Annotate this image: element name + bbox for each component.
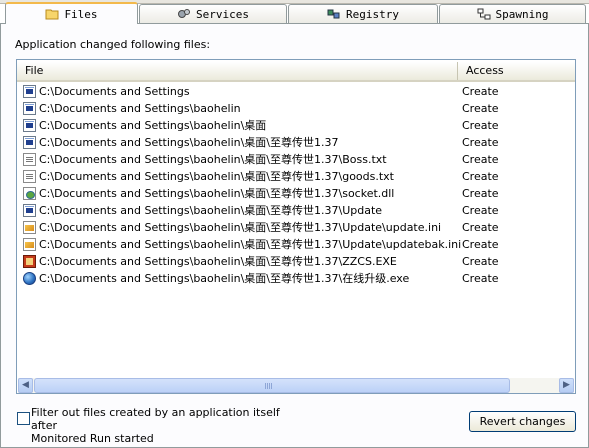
chevron-right-icon: ▶: [563, 380, 570, 390]
tab-registry-label: Registry: [346, 7, 399, 21]
file-path: C:\Documents and Settings\baohelin\桌面: [39, 119, 267, 132]
tab-registry[interactable]: Registry: [288, 4, 438, 23]
filter-label-line2: Monitored Run started: [31, 432, 154, 445]
access-value: Create: [462, 204, 499, 217]
access-value: Create: [462, 85, 499, 98]
access-value: Create: [462, 119, 499, 132]
access-value: Create: [462, 153, 499, 166]
list-header: File Access: [17, 62, 575, 82]
tab-files[interactable]: Files: [5, 2, 138, 24]
access-value: Create: [462, 102, 499, 115]
file-path: C:\Documents and Settings\baohelin\桌面\至尊…: [39, 272, 410, 285]
folder-icon: [23, 204, 36, 217]
list-item[interactable]: C:\Documents and Settings\baohelin\桌面\至尊…: [17, 219, 575, 236]
access-value: Create: [462, 272, 499, 285]
list-item[interactable]: C:\Documents and Settings Create: [17, 83, 575, 100]
tab-spawning-label: Spawning: [495, 7, 549, 21]
changed-files-caption: Application changed following files:: [15, 38, 211, 51]
tab-services-label: Services: [196, 7, 249, 21]
file-path: C:\Documents and Settings\baohelin\桌面\至尊…: [39, 238, 462, 251]
dll-file-icon: [23, 187, 36, 200]
folder-icon: [23, 85, 36, 98]
list-item[interactable]: C:\Documents and Settings\baohelin\桌面\至尊…: [17, 270, 575, 287]
list-item[interactable]: C:\Documents and Settings\baohelin\桌面\至尊…: [17, 185, 575, 202]
ini-file-icon: [23, 221, 36, 234]
folder-icon: [23, 119, 36, 132]
folder-icon: [45, 8, 59, 20]
chevron-left-icon: ◀: [22, 380, 29, 390]
file-path: C:\Documents and Settings\baohelin\桌面\至尊…: [39, 204, 383, 217]
file-path: C:\Documents and Settings\baohelin\桌面\至尊…: [39, 255, 397, 268]
scroll-left-button[interactable]: ◀: [18, 378, 33, 393]
text-file-icon: [23, 153, 36, 166]
access-value: Create: [462, 187, 499, 200]
horizontal-scrollbar[interactable]: ◀ ▶: [18, 378, 574, 393]
list-item[interactable]: C:\Documents and Settings\baohelin\桌面\至尊…: [17, 236, 575, 253]
access-value: Create: [462, 255, 499, 268]
access-value: Create: [462, 136, 499, 149]
scroll-right-button[interactable]: ▶: [559, 378, 574, 393]
list-item[interactable]: C:\Documents and Settings\baohelin Create: [17, 100, 575, 117]
column-header-access[interactable]: Access: [458, 62, 575, 80]
spawning-icon: [477, 8, 491, 20]
folder-icon: [23, 136, 36, 149]
registry-icon: [327, 8, 341, 20]
filter-own-files-label[interactable]: Filter out files created by an applicati…: [31, 406, 291, 445]
list-rows: C:\Documents and Settings Create C:\Docum…: [17, 83, 575, 287]
file-path: C:\Documents and Settings\baohelin\桌面\至尊…: [39, 187, 395, 200]
column-header-file[interactable]: File: [17, 62, 458, 80]
globe-exe-icon: [23, 272, 36, 285]
list-item[interactable]: C:\Documents and Settings\baohelin\桌面\至尊…: [17, 202, 575, 219]
access-value: Create: [462, 221, 499, 234]
file-path: C:\Documents and Settings\baohelin: [39, 102, 241, 115]
tab-services[interactable]: Services: [139, 4, 287, 23]
list-item[interactable]: C:\Documents and Settings\baohelin\桌面\至尊…: [17, 253, 575, 270]
tab-files-label: Files: [64, 7, 98, 21]
file-path: C:\Documents and Settings\baohelin\桌面\至尊…: [39, 221, 442, 234]
file-path: C:\Documents and Settings\baohelin\桌面\至尊…: [39, 170, 394, 183]
revert-changes-button[interactable]: Revert changes: [469, 411, 576, 432]
access-value: Create: [462, 238, 499, 251]
list-item[interactable]: C:\Documents and Settings\baohelin\桌面 Cre…: [17, 117, 575, 134]
folder-icon: [23, 102, 36, 115]
tab-strip: Files Services Registry Spawning: [0, 0, 589, 24]
file-path: C:\Documents and Settings\baohelin\桌面\至尊…: [39, 153, 387, 166]
list-item[interactable]: C:\Documents and Settings\baohelin\桌面\至尊…: [17, 168, 575, 185]
file-path: C:\Documents and Settings: [39, 85, 190, 98]
grip-icon: [265, 383, 273, 389]
ini-file-icon: [23, 238, 36, 251]
exe-file-icon: [23, 255, 36, 268]
tab-spawning[interactable]: Spawning: [439, 4, 586, 23]
filter-label-line1: Filter out files created by an applicati…: [31, 406, 280, 432]
services-icon: [177, 8, 191, 20]
access-value: Create: [462, 170, 499, 183]
list-item[interactable]: C:\Documents and Settings\baohelin\桌面\至尊…: [17, 134, 575, 151]
scrollbar-thumb[interactable]: [34, 378, 510, 393]
filter-own-files-checkbox[interactable]: [17, 412, 30, 425]
list-item[interactable]: C:\Documents and Settings\baohelin\桌面\至尊…: [17, 151, 575, 168]
text-file-icon: [23, 170, 36, 183]
file-path: C:\Documents and Settings\baohelin\桌面\至尊…: [39, 136, 339, 149]
files-list[interactable]: File Access C:\Documents and Settings Cre…: [16, 59, 576, 394]
